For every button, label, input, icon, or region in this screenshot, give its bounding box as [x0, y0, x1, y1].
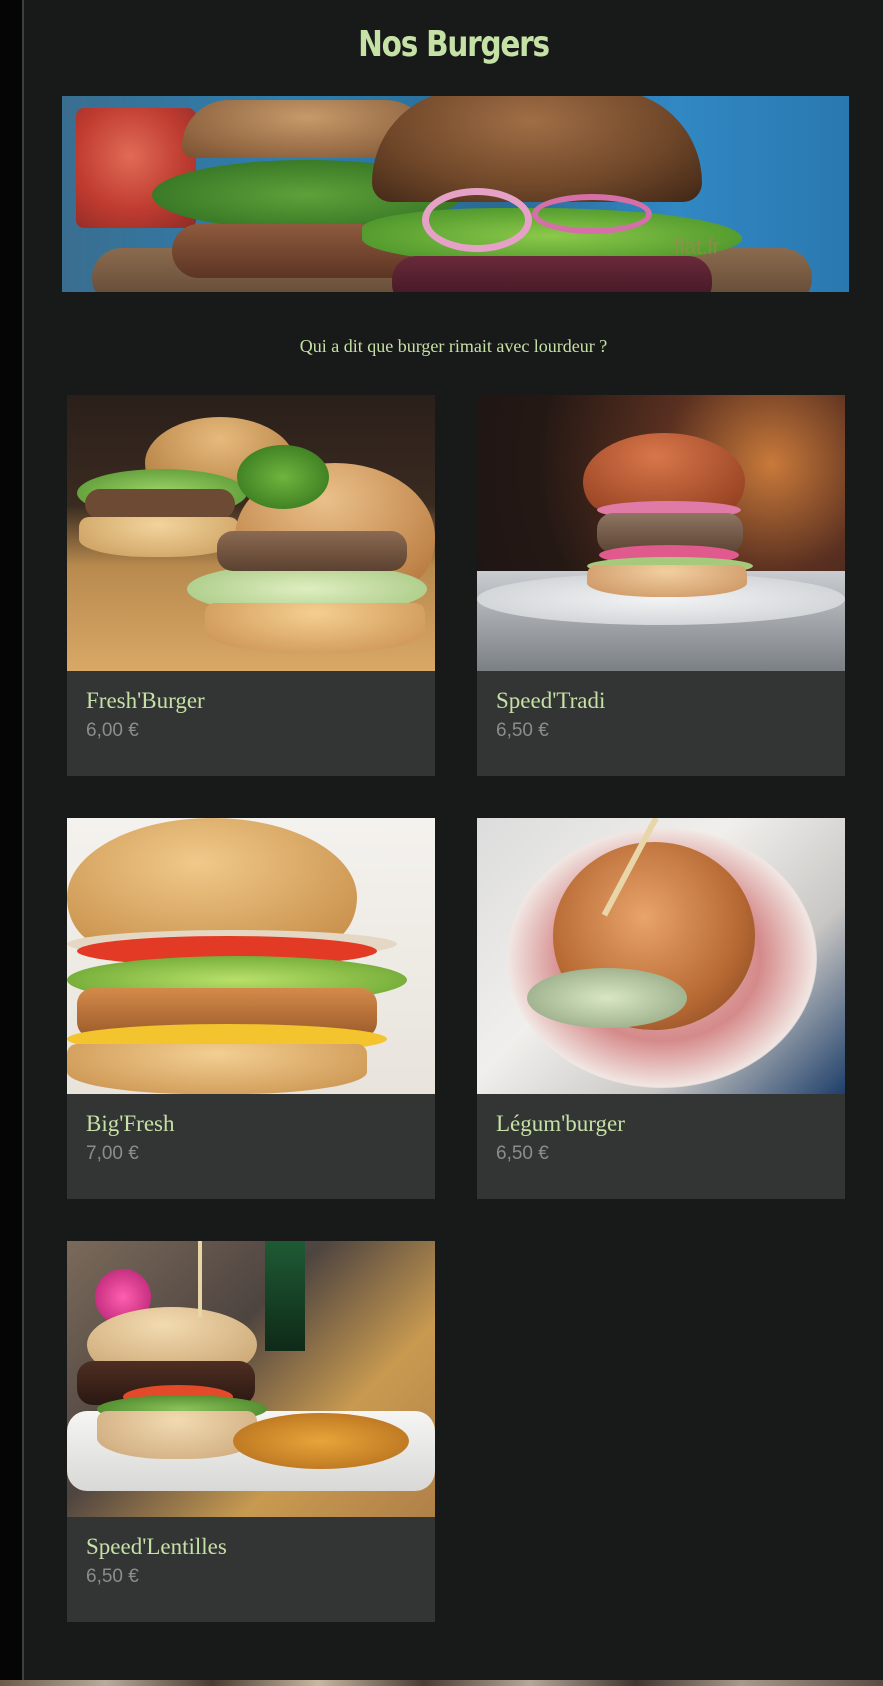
burger-card[interactable]: Speed'Lentilles 6,50 € [67, 1241, 435, 1622]
burger-card[interactable]: Speed'Tradi 6,50 € [477, 395, 845, 776]
burger-photo [477, 395, 845, 671]
front-burger-patty [392, 256, 712, 292]
burger-price: 6,50 € [496, 1143, 549, 1164]
page-title: Nos Burgers [358, 24, 550, 65]
burger-card[interactable]: Légum'burger 6,50 € [477, 818, 845, 1199]
burger-name: Légum'burger [496, 1111, 625, 1136]
burger-photo [67, 818, 435, 1094]
burger-name: Big'Fresh [86, 1111, 175, 1136]
burger-price: 7,00 € [86, 1143, 139, 1164]
onion-ring-2 [532, 194, 652, 234]
burger-price: 6,50 € [496, 720, 549, 741]
onion-ring [422, 188, 532, 252]
left-divider [22, 0, 24, 1686]
bottom-photo-strip [0, 1680, 883, 1686]
tagline: Qui a dit que burger rimait avec lourdeu… [299, 336, 608, 356]
front-burger-bun [372, 96, 702, 202]
burger-photo [477, 818, 845, 1094]
hero-banner-image: flat.fr [62, 96, 849, 292]
left-edge-strip [0, 0, 22, 1686]
burger-price: 6,00 € [86, 720, 139, 741]
burger-card[interactable]: Fresh'Burger 6,00 € [67, 395, 435, 776]
burger-photo [67, 395, 435, 671]
burger-price: 6,50 € [86, 1566, 139, 1587]
burger-name: Fresh'Burger [86, 688, 205, 713]
burger-photo [67, 1241, 435, 1517]
burger-name: Speed'Tradi [496, 688, 606, 713]
burger-card[interactable]: Big'Fresh 7,00 € [67, 818, 435, 1199]
banner-watermark: flat.fr [674, 234, 720, 259]
burger-name: Speed'Lentilles [86, 1534, 227, 1559]
